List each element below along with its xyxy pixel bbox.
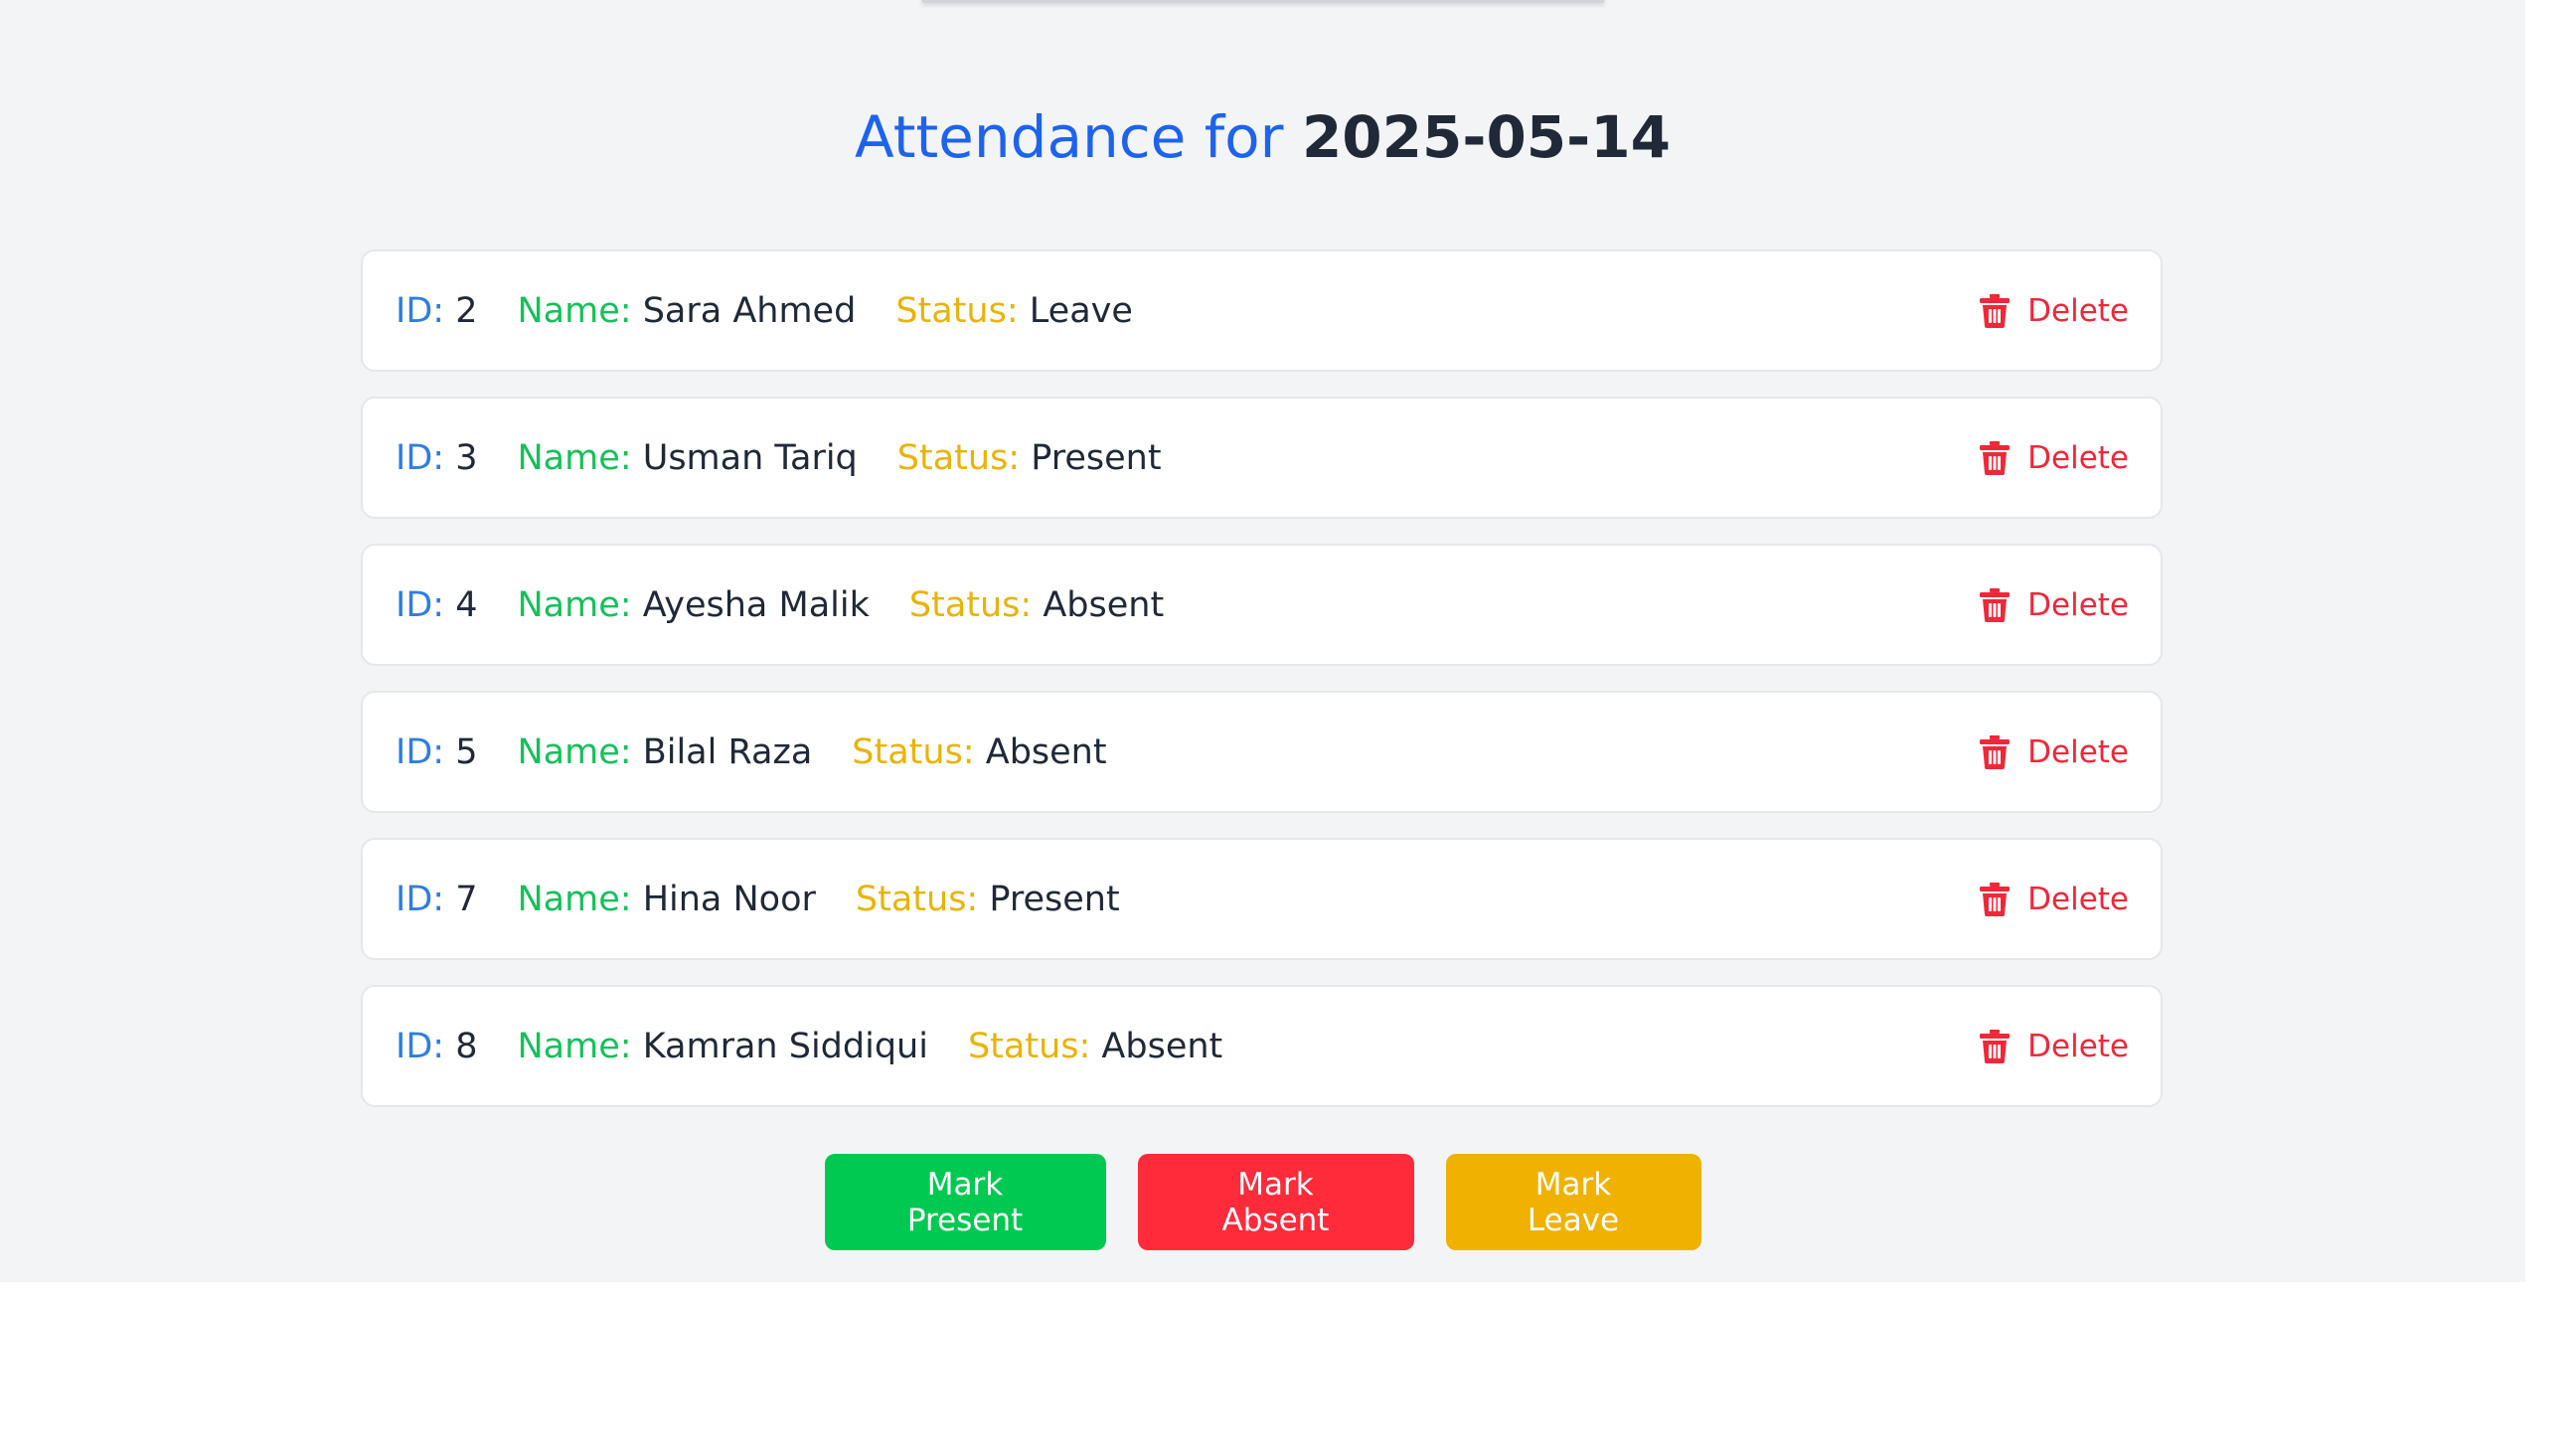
id-value: 8 [455, 1026, 478, 1066]
status-value: Leave [1029, 290, 1133, 331]
attendance-fields: ID: 2 Name: Sara Ahmed Status: Leave [396, 291, 1173, 331]
attendance-fields: ID: 7 Name: Hina Noor Status: Present [396, 880, 1160, 919]
delete-button[interactable]: Delete [1980, 587, 2129, 623]
attendance-row: ID: 4 Name: Ayesha Malik Status: Absent … [361, 544, 2163, 666]
status-value: Present [989, 879, 1120, 919]
delete-button[interactable]: Delete [1980, 1029, 2129, 1064]
status-field: Status: Absent [852, 732, 1106, 772]
attendance-list: ID: 2 Name: Sara Ahmed Status: Leave Del… [361, 249, 2163, 1132]
delete-label: Delete [2027, 881, 2129, 917]
delete-label: Delete [2027, 733, 2129, 770]
trash-icon [1980, 587, 2011, 622]
attendance-fields: ID: 8 Name: Kamran Siddiqui Status: Abse… [396, 1027, 1262, 1066]
id-value: 5 [455, 731, 478, 772]
name-field: Name: Bilal Raza [518, 732, 813, 772]
status-label: Status: [852, 731, 975, 772]
name-field: Name: Usman Tariq [518, 438, 858, 478]
name-field: Name: Kamran Siddiqui [518, 1027, 928, 1066]
id-field: ID: 8 [396, 1027, 478, 1066]
attendance-fields: ID: 4 Name: Ayesha Malik Status: Absent [396, 585, 1204, 625]
page-title-lead: Attendance for [855, 103, 1284, 171]
status-value: Absent [985, 731, 1107, 772]
id-label: ID: [396, 437, 445, 478]
attendance-row: ID: 2 Name: Sara Ahmed Status: Leave Del… [361, 249, 2163, 372]
app-container: Attendance for 2025-05-14 ID: 2 Name: Sa… [0, 0, 2525, 1282]
name-value: Hina Noor [642, 879, 816, 919]
id-field: ID: 5 [396, 732, 478, 772]
attendance-fields: ID: 5 Name: Bilal Raza Status: Absent [396, 732, 1147, 772]
name-label: Name: [517, 290, 632, 331]
name-label: Name: [517, 879, 632, 919]
status-value: Absent [1043, 584, 1165, 625]
id-field: ID: 4 [396, 585, 478, 625]
delete-label: Delete [2027, 1028, 2129, 1064]
delete-label: Delete [2027, 586, 2129, 623]
name-value: Bilal Raza [642, 731, 813, 772]
status-field: Status: Leave [895, 291, 1133, 331]
status-label: Status: [908, 584, 1033, 625]
status-label: Status: [967, 1026, 1091, 1066]
delete-label: Delete [2027, 439, 2129, 476]
status-label: Status: [855, 879, 979, 919]
status-field: Status: Absent [909, 585, 1164, 625]
attendance-row: ID: 8 Name: Kamran Siddiqui Status: Abse… [361, 985, 2163, 1107]
action-bar: Mark Present Mark Absent Mark Leave [0, 1154, 2525, 1250]
name-field: Name: Hina Noor [518, 880, 816, 919]
id-field: ID: 3 [396, 438, 478, 478]
name-field: Name: Sara Ahmed [518, 291, 857, 331]
trash-icon [1980, 293, 2011, 328]
trash-icon [1980, 440, 2011, 475]
id-label: ID: [396, 290, 445, 331]
name-value: Sara Ahmed [642, 290, 857, 331]
name-label: Name: [517, 584, 632, 625]
name-field: Name: Ayesha Malik [518, 585, 870, 625]
attendance-row: ID: 7 Name: Hina Noor Status: Present De… [361, 838, 2163, 960]
id-value: 4 [455, 584, 478, 625]
status-label: Status: [896, 437, 1021, 478]
mark-absent-button[interactable]: Mark Absent [1137, 1154, 1414, 1250]
attendance-row: ID: 3 Name: Usman Tariq Status: Present … [361, 397, 2163, 519]
delete-button[interactable]: Delete [1980, 882, 2129, 917]
name-label: Name: [517, 437, 632, 478]
trash-icon [1980, 734, 2011, 769]
delete-button[interactable]: Delete [1980, 734, 2129, 770]
name-label: Name: [517, 731, 632, 772]
id-label: ID: [396, 731, 445, 772]
delete-button[interactable]: Delete [1980, 293, 2129, 329]
name-value: Kamran Siddiqui [642, 1026, 928, 1066]
name-value: Usman Tariq [642, 437, 858, 478]
attendance-row: ID: 5 Name: Bilal Raza Status: Absent De… [361, 691, 2163, 813]
delete-label: Delete [2027, 292, 2129, 329]
id-value: 7 [455, 879, 478, 919]
id-label: ID: [396, 879, 445, 919]
id-label: ID: [396, 1026, 445, 1066]
name-value: Ayesha Malik [642, 584, 870, 625]
id-field: ID: 2 [396, 291, 478, 331]
top-panel-edge [921, 0, 1605, 3]
page-title-date: 2025-05-14 [1301, 103, 1671, 171]
id-value: 2 [455, 290, 478, 331]
status-label: Status: [895, 290, 1019, 331]
delete-button[interactable]: Delete [1980, 440, 2129, 476]
name-label: Name: [517, 1026, 632, 1066]
mark-present-button[interactable]: Mark Present [824, 1154, 1106, 1250]
status-value: Absent [1101, 1026, 1223, 1066]
status-field: Status: Absent [968, 1027, 1222, 1066]
mark-leave-button[interactable]: Mark Leave [1445, 1154, 1701, 1250]
trash-icon [1980, 882, 2011, 916]
page-title: Attendance for 2025-05-14 [0, 94, 2525, 180]
status-field: Status: Present [897, 438, 1162, 478]
id-value: 3 [455, 437, 478, 478]
trash-icon [1980, 1029, 2011, 1063]
id-field: ID: 7 [396, 880, 478, 919]
status-field: Status: Present [856, 880, 1120, 919]
id-label: ID: [396, 584, 445, 625]
status-value: Present [1031, 437, 1162, 478]
attendance-fields: ID: 3 Name: Usman Tariq Status: Present [396, 438, 1202, 478]
